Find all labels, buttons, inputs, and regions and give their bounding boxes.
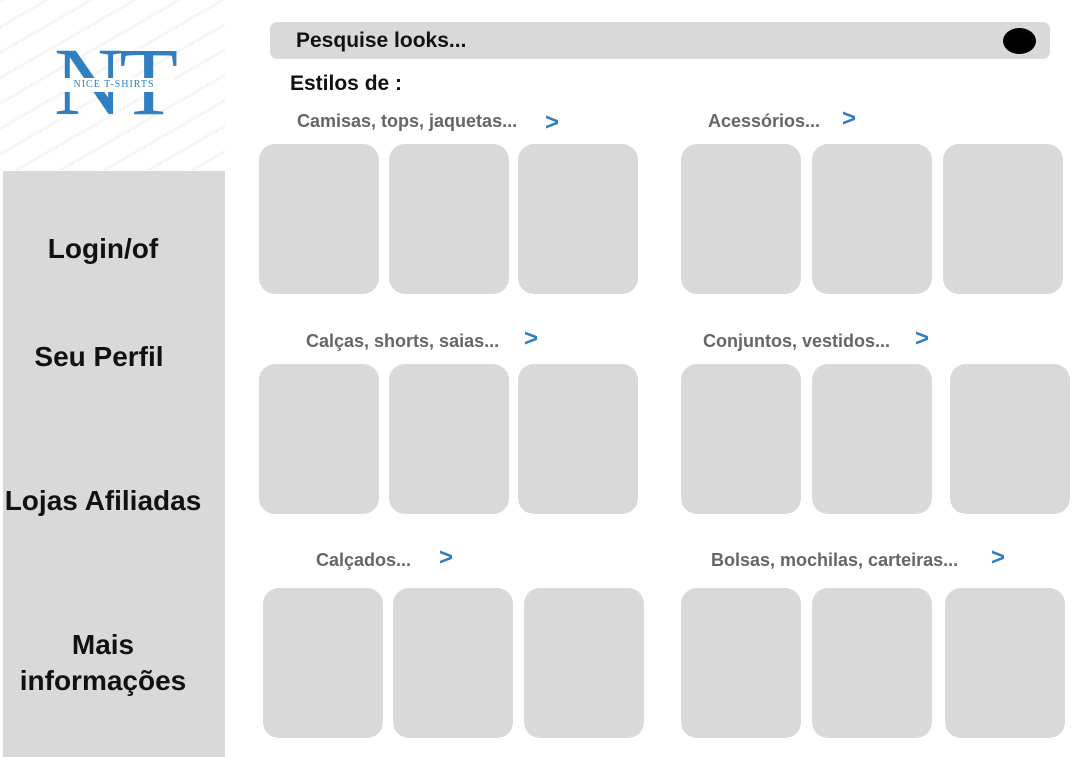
category-label-shirts: Camisas, tops, jaquetas... bbox=[297, 111, 518, 131]
category-card[interactable] bbox=[950, 364, 1070, 514]
category-label-bags: Bolsas, mochilas, carteiras... bbox=[711, 550, 959, 570]
chevron-right-icon[interactable]: > bbox=[524, 327, 538, 351]
category-card[interactable] bbox=[681, 364, 801, 514]
category-card[interactable] bbox=[943, 144, 1063, 294]
category-card[interactable] bbox=[945, 588, 1065, 738]
chevron-right-icon[interactable]: > bbox=[842, 107, 856, 131]
category-card[interactable] bbox=[389, 364, 509, 514]
category-card[interactable] bbox=[681, 144, 801, 294]
chevron-right-icon[interactable]: > bbox=[915, 327, 929, 351]
brand-logo[interactable]: NT NICE T-SHIRTS bbox=[44, 34, 184, 130]
chevron-right-icon[interactable]: > bbox=[545, 111, 559, 135]
category-card[interactable] bbox=[263, 588, 383, 738]
category-label-pants: Calças, shorts, saias... bbox=[306, 331, 500, 351]
sidebar-item-profile[interactable]: Seu Perfil bbox=[0, 339, 199, 375]
sidebar-item-more-info[interactable]: Mais informações bbox=[3, 627, 203, 699]
category-label-shoes: Calçados... bbox=[316, 550, 412, 570]
category-card[interactable] bbox=[812, 144, 932, 294]
category-card[interactable] bbox=[389, 144, 509, 294]
category-card[interactable] bbox=[518, 144, 638, 294]
category-card[interactable] bbox=[393, 588, 513, 738]
chevron-right-icon[interactable]: > bbox=[991, 546, 1005, 570]
category-label-sets: Conjuntos, vestidos... bbox=[703, 331, 891, 351]
category-label-accessories: Acessórios... bbox=[708, 111, 821, 131]
category-card[interactable] bbox=[681, 588, 801, 738]
search-bar bbox=[270, 22, 1050, 59]
category-card[interactable] bbox=[812, 364, 932, 514]
logo-area: NT NICE T-SHIRTS bbox=[0, 0, 225, 170]
search-button-icon[interactable] bbox=[1003, 28, 1036, 54]
styles-heading: Estilos de : bbox=[290, 72, 403, 95]
category-card[interactable] bbox=[259, 364, 379, 514]
category-card[interactable] bbox=[259, 144, 379, 294]
sidebar-item-affiliated-stores[interactable]: Lojas Afiliadas bbox=[3, 483, 203, 519]
search-input[interactable] bbox=[296, 24, 986, 57]
logo-tagline: NICE T-SHIRTS bbox=[54, 78, 174, 92]
chevron-right-icon[interactable]: > bbox=[439, 546, 453, 570]
category-card[interactable] bbox=[524, 588, 644, 738]
sidebar: Login/of Seu Perfil Lojas Afiliadas Mais… bbox=[3, 171, 225, 757]
category-card[interactable] bbox=[518, 364, 638, 514]
sidebar-item-login[interactable]: Login/of bbox=[3, 231, 203, 267]
category-card[interactable] bbox=[812, 588, 932, 738]
